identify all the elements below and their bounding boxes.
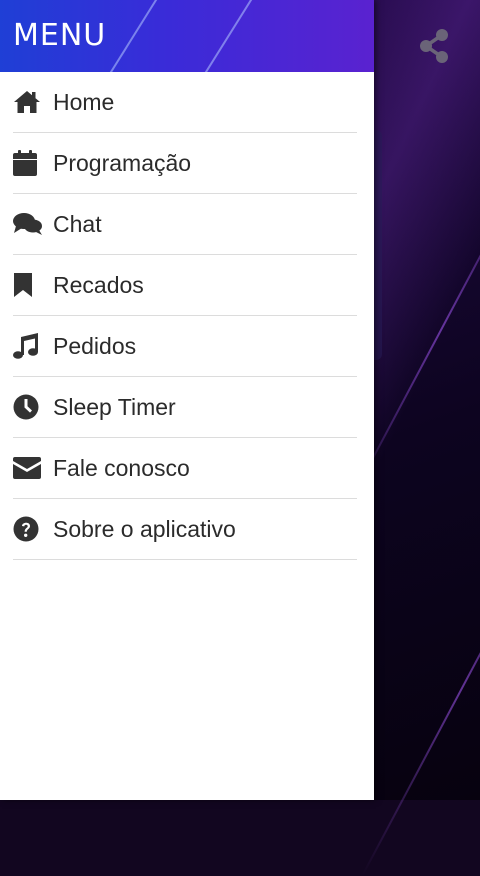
- music-note-icon: [13, 332, 43, 360]
- menu-item-label: Sobre o aplicativo: [53, 515, 236, 542]
- menu-item-sleep-timer[interactable]: Sleep Timer: [13, 377, 357, 438]
- menu-item-chat[interactable]: Chat: [13, 194, 357, 255]
- header-streak: [188, 0, 264, 72]
- calendar-icon: [13, 149, 43, 177]
- question-circle-icon: [13, 515, 43, 543]
- menu-item-label: Programação: [53, 149, 192, 176]
- bookmark-icon: [13, 271, 43, 299]
- light-streak: [361, 504, 480, 876]
- menu-item-label: Home: [53, 88, 115, 115]
- clock-icon: [13, 393, 43, 421]
- menu-item-label: Recados: [53, 271, 144, 298]
- menu-item-label: Pedidos: [53, 332, 137, 359]
- menu-item-label: Fale conosco: [53, 454, 190, 481]
- share-icon: [420, 29, 448, 63]
- drawer-menu: Home Programação Chat Recados Pedidos Sl…: [0, 72, 374, 560]
- navigation-drawer: MENU Home Programação Chat Recados Pedid…: [0, 0, 374, 800]
- menu-item-sobre[interactable]: Sobre o aplicativo: [13, 499, 357, 560]
- menu-item-label: Chat: [53, 210, 102, 237]
- menu-item-home[interactable]: Home: [13, 72, 357, 133]
- drawer-title: MENU: [13, 18, 107, 53]
- menu-item-programacao[interactable]: Programação: [13, 133, 357, 194]
- menu-item-recados[interactable]: Recados: [13, 255, 357, 316]
- share-button[interactable]: [414, 26, 454, 66]
- menu-item-label: Sleep Timer: [53, 393, 176, 420]
- home-icon: [13, 88, 43, 116]
- drawer-header: MENU: [0, 0, 374, 72]
- menu-item-pedidos[interactable]: Pedidos: [13, 316, 357, 377]
- chat-icon: [13, 210, 43, 238]
- menu-item-fale-conosco[interactable]: Fale conosco: [13, 438, 357, 499]
- envelope-icon: [13, 454, 43, 482]
